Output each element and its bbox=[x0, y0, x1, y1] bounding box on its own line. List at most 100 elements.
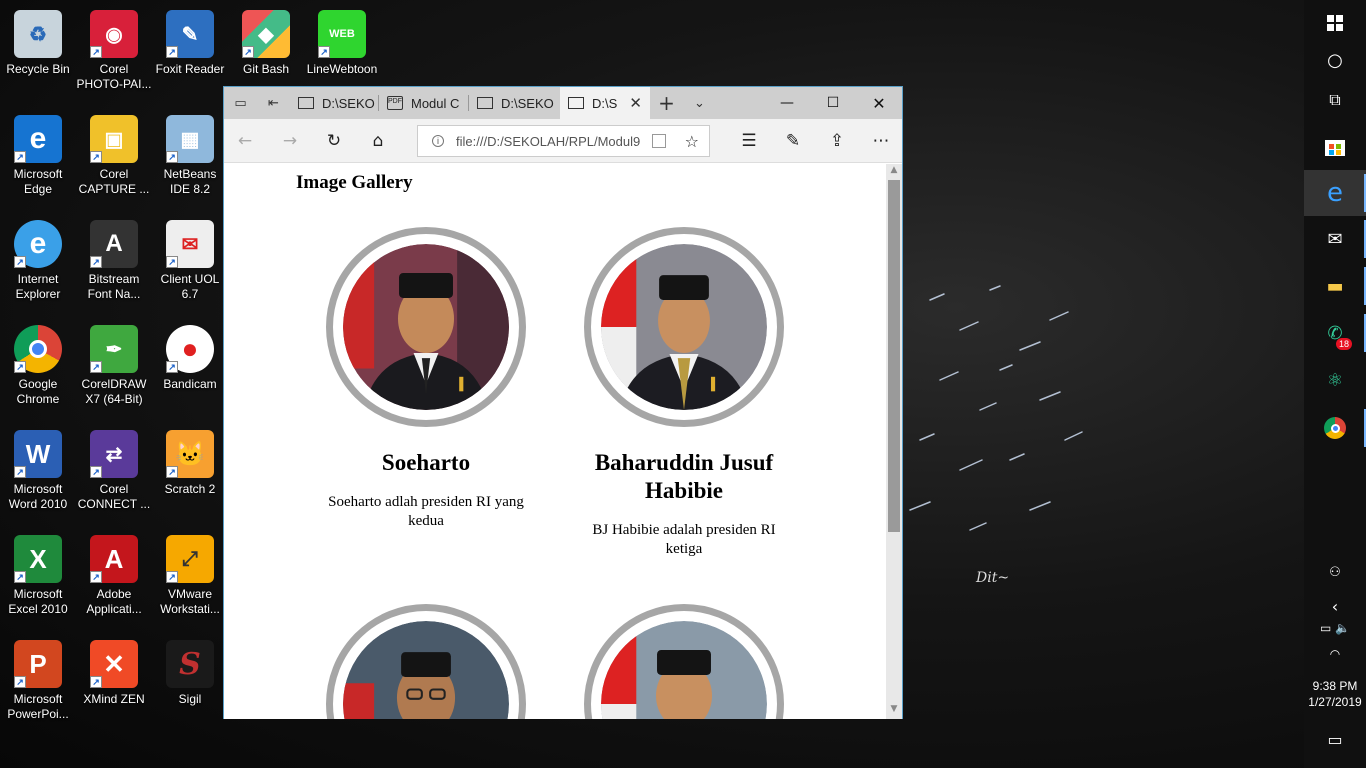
desktop-icon-microsoft-edge[interactable]: e ↗ Microsoft Edge bbox=[0, 109, 76, 209]
desktop-icon-powerpoint[interactable]: P ↗ Microsoft PowerPoi... bbox=[0, 634, 76, 734]
close-tab-icon[interactable]: ✕ bbox=[629, 94, 642, 112]
tabs-set-aside-icon[interactable]: ⇤ bbox=[257, 87, 290, 119]
new-tab-icon[interactable]: + bbox=[650, 87, 683, 119]
tab-2[interactable]: PDF Modul C bbox=[379, 87, 467, 119]
whatsapp-icon[interactable]: ✆ 18 bbox=[1304, 310, 1366, 356]
sigil-icon: S bbox=[166, 640, 214, 688]
desktop-icon-xmind[interactable]: ✕ ↗ XMind ZEN bbox=[76, 634, 152, 734]
page-icon bbox=[568, 97, 584, 109]
adobe-icon: A ↗ bbox=[90, 535, 138, 583]
minimize-icon[interactable]: — bbox=[764, 87, 810, 119]
tab-3[interactable]: D:\SEKO bbox=[469, 87, 557, 119]
microsoft-edge-icon: e ↗ bbox=[14, 115, 62, 163]
desktop-icon-bitstream-font[interactable]: A ↗ Bitstream Font Na... bbox=[76, 214, 152, 314]
gallery-card-soeharto: Soeharto Soeharto adlah presiden RI yang… bbox=[306, 227, 546, 531]
desktop-icon-adobe[interactable]: A ↗ Adobe Applicati... bbox=[76, 529, 152, 629]
git-bash-icon: ◆ ↗ bbox=[242, 10, 290, 58]
clock-time: 9:38 PM bbox=[1312, 679, 1358, 693]
portrait-frame bbox=[326, 227, 526, 427]
microsoft-store-icon[interactable] bbox=[1304, 123, 1366, 169]
desktop-icon-word[interactable]: W ↗ Microsoft Word 2010 bbox=[0, 424, 76, 524]
network-wifi-icon[interactable]: ◠ bbox=[1304, 647, 1366, 661]
tab-preview-chevron-icon[interactable]: ⌄ bbox=[683, 87, 716, 119]
tab-4-active[interactable]: D:\S ✕ bbox=[560, 87, 650, 119]
address-bar[interactable]: i file:///D:/SEKOLAH/RPL/Modul9 ☆ bbox=[417, 125, 710, 157]
clock-date: 1/27/2019 bbox=[1308, 695, 1362, 709]
favorite-star-icon[interactable]: ☆ bbox=[685, 132, 699, 151]
close-window-icon[interactable]: ✕ bbox=[856, 87, 902, 119]
desktop-icons: ♻ Recycle Bin ◉ ↗ Corel PHOTO-PAI... ✎ ↗ F… bbox=[0, 0, 377, 768]
atom-icon[interactable]: ⚛ bbox=[1304, 357, 1366, 403]
corel-connect-icon: ⇄ ↗ bbox=[90, 430, 138, 478]
gallery-card-gus-dur bbox=[306, 604, 546, 719]
edge-browser-window: ▭ ⇤ D:\SEKO PDF Modul C D:\SEKO D:\S ✕ +… bbox=[223, 86, 903, 719]
wallpaper-signature: Dit~ bbox=[976, 570, 1010, 586]
pdf-icon: PDF bbox=[387, 96, 403, 110]
home-icon[interactable]: ⌂ bbox=[361, 125, 395, 157]
desktop-icon-corel-photopaint[interactable]: ◉ ↗ Corel PHOTO-PAI... bbox=[76, 4, 152, 104]
bandicam-icon: ● ↗ bbox=[166, 325, 214, 373]
client-uol-icon: ✉ ↗ bbox=[166, 220, 214, 268]
scroll-up-arrow-icon[interactable]: ▲ bbox=[886, 165, 902, 179]
desktop-icon-coreldraw[interactable]: ✒ ↗ CorelDRAW X7 (64-Bit) bbox=[76, 319, 152, 419]
desktop-icon-excel[interactable]: X ↗ Microsoft Excel 2010 bbox=[0, 529, 76, 629]
desktop-icon-netbeans[interactable]: ▦ ↗ NetBeans IDE 8.2 bbox=[152, 109, 228, 209]
excel-icon: X ↗ bbox=[14, 535, 62, 583]
share-icon[interactable]: ⇪ bbox=[820, 125, 854, 157]
card-name: Soeharto bbox=[381, 450, 471, 475]
task-view-icon[interactable]: ⧉ bbox=[1304, 77, 1366, 123]
scratch-icon: 🐱 ↗ bbox=[166, 430, 214, 478]
desktop-icon-scratch[interactable]: 🐱 ↗ Scratch 2 bbox=[152, 424, 228, 524]
file-explorer-icon[interactable]: ▬ bbox=[1304, 263, 1366, 309]
back-arrow-icon[interactable]: ← bbox=[228, 125, 262, 157]
desktop-icon-foxit-reader[interactable]: ✎ ↗ Foxit Reader bbox=[152, 4, 228, 104]
battery-volume-icon[interactable]: ▭ 🔈 bbox=[1304, 621, 1366, 635]
corel-photopaint-icon: ◉ ↗ bbox=[90, 10, 138, 58]
habibie-portrait bbox=[601, 244, 767, 410]
page-title: Image Gallery bbox=[296, 172, 413, 193]
people-icon[interactable]: ⚇ bbox=[1304, 565, 1366, 580]
address-url[interactable]: file:///D:/SEKOLAH/RPL/Modul9 bbox=[456, 134, 646, 149]
desktop-icon-corel-connect[interactable]: ⇄ ↗ Corel CONNECT ... bbox=[76, 424, 152, 524]
recycle-bin-icon: ♻ bbox=[14, 10, 62, 58]
page-content: Image Gallery Soeharto Soeharto adlah pr… bbox=[224, 164, 886, 719]
card-description: BJ Habibie adalah presiden RI ketiga bbox=[592, 522, 776, 557]
desktop-icon-recycle-bin[interactable]: ♻ Recycle Bin bbox=[0, 4, 76, 104]
favorites-hub-icon[interactable]: ☰ bbox=[732, 125, 766, 157]
scrollbar-thumb[interactable] bbox=[888, 180, 900, 532]
refresh-icon[interactable]: ↻ bbox=[317, 125, 351, 157]
desktop-icon-vmware[interactable]: ⤢ ↗ VMware Workstati... bbox=[152, 529, 228, 629]
forward-arrow-icon[interactable]: → bbox=[273, 125, 307, 157]
gallery-card-sby bbox=[564, 604, 804, 719]
web-note-pen-icon[interactable]: ✎ bbox=[776, 125, 810, 157]
reading-view-icon[interactable] bbox=[652, 134, 666, 148]
taskbar-chrome-icon[interactable] bbox=[1304, 405, 1366, 451]
desktop-icon-internet-explorer[interactable]: e ↗ Internet Explorer bbox=[0, 214, 76, 314]
desktop-icon-bandicam[interactable]: ● ↗ Bandicam bbox=[152, 319, 228, 419]
desktop-icon-corel-capture[interactable]: ▣ ↗ Corel CAPTURE ... bbox=[76, 109, 152, 209]
coreldraw-icon: ✒ ↗ bbox=[90, 325, 138, 373]
action-center-icon[interactable]: ▭ bbox=[1304, 730, 1366, 749]
desktop-icon-sigil[interactable]: S Sigil bbox=[152, 634, 228, 734]
more-options-icon[interactable]: ⋯ bbox=[864, 125, 898, 157]
page-icon bbox=[477, 97, 493, 109]
maximize-icon[interactable]: ☐ bbox=[810, 87, 856, 119]
info-icon: i bbox=[432, 135, 444, 147]
portrait-frame bbox=[584, 604, 784, 719]
mail-icon[interactable]: ✉ bbox=[1304, 216, 1366, 262]
portrait-frame bbox=[584, 227, 784, 427]
linewebtoon-icon: WEB ↗ bbox=[318, 10, 366, 58]
sby-portrait bbox=[601, 621, 767, 719]
set-aside-tabs-icon[interactable]: ▭ bbox=[224, 87, 257, 119]
card-description: Soeharto adlah presiden RI yang kedua bbox=[328, 494, 524, 529]
system-clock[interactable]: 9:38 PM 1/27/2019 bbox=[1304, 678, 1366, 710]
internet-explorer-icon: e ↗ bbox=[14, 220, 62, 268]
vertical-scrollbar[interactable]: ▲ ▼ bbox=[886, 164, 902, 719]
show-hidden-icons-chevron-icon[interactable]: ‹ bbox=[1304, 597, 1366, 616]
tab-1[interactable]: D:\SEKO bbox=[290, 87, 378, 119]
netbeans-icon: ▦ ↗ bbox=[166, 115, 214, 163]
desktop-icon-google-chrome[interactable]: ↗ Google Chrome bbox=[0, 319, 76, 419]
taskbar-edge-icon[interactable]: e bbox=[1304, 170, 1366, 216]
scroll-down-arrow-icon[interactable]: ▼ bbox=[886, 704, 902, 718]
desktop-icon-client-uol[interactable]: ✉ ↗ Client UOL 6.7 bbox=[152, 214, 228, 314]
